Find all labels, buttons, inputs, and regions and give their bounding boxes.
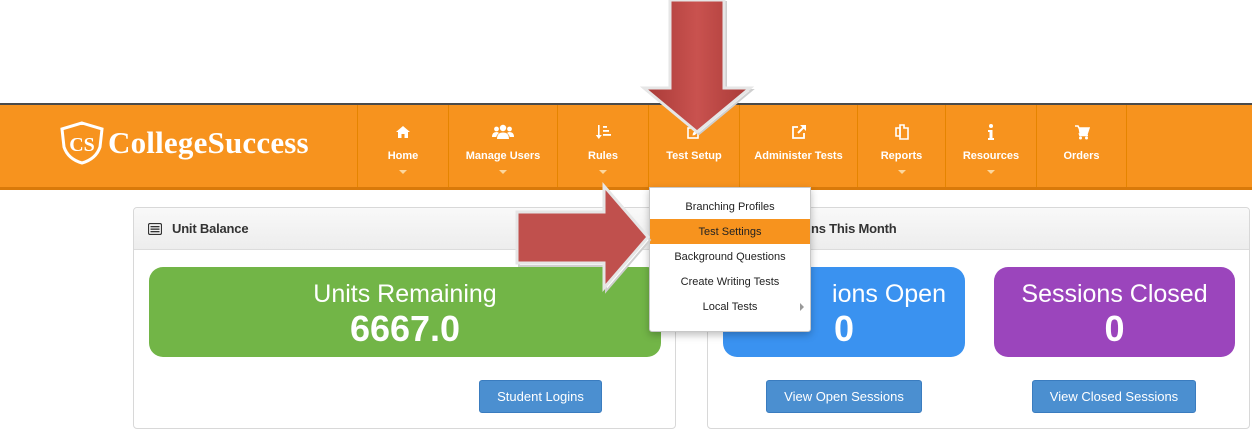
submenu-caret-icon xyxy=(800,303,804,311)
stat-label: Units Remaining xyxy=(313,280,497,308)
cart-icon xyxy=(1074,121,1090,143)
student-logins-button[interactable]: Student Logins xyxy=(479,380,602,413)
caret-down-icon xyxy=(399,170,407,174)
caret-down-icon xyxy=(987,170,995,174)
page: CS CollegeSuccess Home Manage Users Rule… xyxy=(0,0,1252,433)
nav-item-reports[interactable]: Reports xyxy=(857,105,945,189)
menu-item-local-tests[interactable]: Local Tests xyxy=(650,294,810,319)
sort-icon xyxy=(595,121,611,143)
nav-label: Reports xyxy=(880,150,923,162)
menu-item-label: Branching Profiles xyxy=(685,200,775,213)
info-icon xyxy=(987,121,995,143)
test-setup-dropdown: Branching Profiles Test Settings Backgro… xyxy=(649,187,811,332)
nav-label: Administer Tests xyxy=(754,150,843,162)
unit-balance-panel: Unit Balance Units Remaining 6667.0 Stud… xyxy=(133,207,676,429)
nav-item-home[interactable]: Home xyxy=(357,105,448,189)
nav-label: Home xyxy=(387,150,419,162)
edit-icon xyxy=(686,121,702,143)
menu-item-label: Local Tests xyxy=(702,300,758,313)
sessions-closed-box: Sessions Closed 0 xyxy=(994,267,1235,357)
nav-label: Test Setup xyxy=(666,150,722,162)
menu-item-branching-profiles[interactable]: Branching Profiles xyxy=(650,194,810,219)
nav-item-manage-users[interactable]: Manage Users xyxy=(448,105,557,189)
nav-item-administer-tests[interactable]: Administer Tests xyxy=(739,105,857,189)
stat-label: Sessions Closed xyxy=(1021,280,1208,308)
view-open-sessions-button[interactable]: View Open Sessions xyxy=(766,380,922,413)
caret-down-icon xyxy=(897,170,906,174)
copy-icon xyxy=(894,121,910,143)
nav-label: Rules xyxy=(588,150,618,162)
view-closed-sessions-button[interactable]: View Closed Sessions xyxy=(1032,380,1196,413)
shield-logo-icon: CS xyxy=(60,121,104,165)
caret-down-icon xyxy=(599,170,607,174)
menu-item-background-questions[interactable]: Background Questions xyxy=(650,244,810,269)
nav-label: Orders xyxy=(1063,150,1100,162)
list-icon xyxy=(148,222,162,235)
nav-label: Manage Users xyxy=(465,150,541,162)
nav-menu: Home Manage Users Rules Test Setup Admin… xyxy=(357,105,1127,189)
menu-item-label: Test Settings xyxy=(698,225,762,238)
menu-item-label: Create Writing Tests xyxy=(680,275,780,288)
nav-item-resources[interactable]: Resources xyxy=(945,105,1036,189)
menu-item-label: Background Questions xyxy=(674,250,786,263)
home-icon xyxy=(395,121,411,143)
panel-title: Unit Balance xyxy=(172,221,249,236)
brand-logo[interactable]: CS CollegeSuccess xyxy=(58,121,309,165)
caret-down-icon xyxy=(499,170,507,174)
panel-header: Unit Balance xyxy=(134,208,675,250)
nav-item-orders[interactable]: Orders xyxy=(1036,105,1127,189)
stat-value: 0 xyxy=(1104,308,1125,349)
logo-letters: CS xyxy=(69,134,95,156)
brand-name: CollegeSuccess xyxy=(108,125,309,160)
nav-item-rules[interactable]: Rules xyxy=(557,105,648,189)
menu-item-create-writing-tests[interactable]: Create Writing Tests xyxy=(650,269,810,294)
top-navbar: CS CollegeSuccess Home Manage Users Rule… xyxy=(0,103,1252,190)
nav-label: Resources xyxy=(962,150,1020,162)
external-link-icon xyxy=(791,121,807,143)
users-icon xyxy=(492,121,514,143)
units-remaining-box: Units Remaining 6667.0 xyxy=(149,267,661,357)
menu-item-test-settings[interactable]: Test Settings xyxy=(650,219,810,244)
nav-item-test-setup[interactable]: Test Setup xyxy=(648,105,739,189)
panel-title: ns This Month xyxy=(811,221,897,236)
stat-value: 6667.0 xyxy=(349,308,461,349)
